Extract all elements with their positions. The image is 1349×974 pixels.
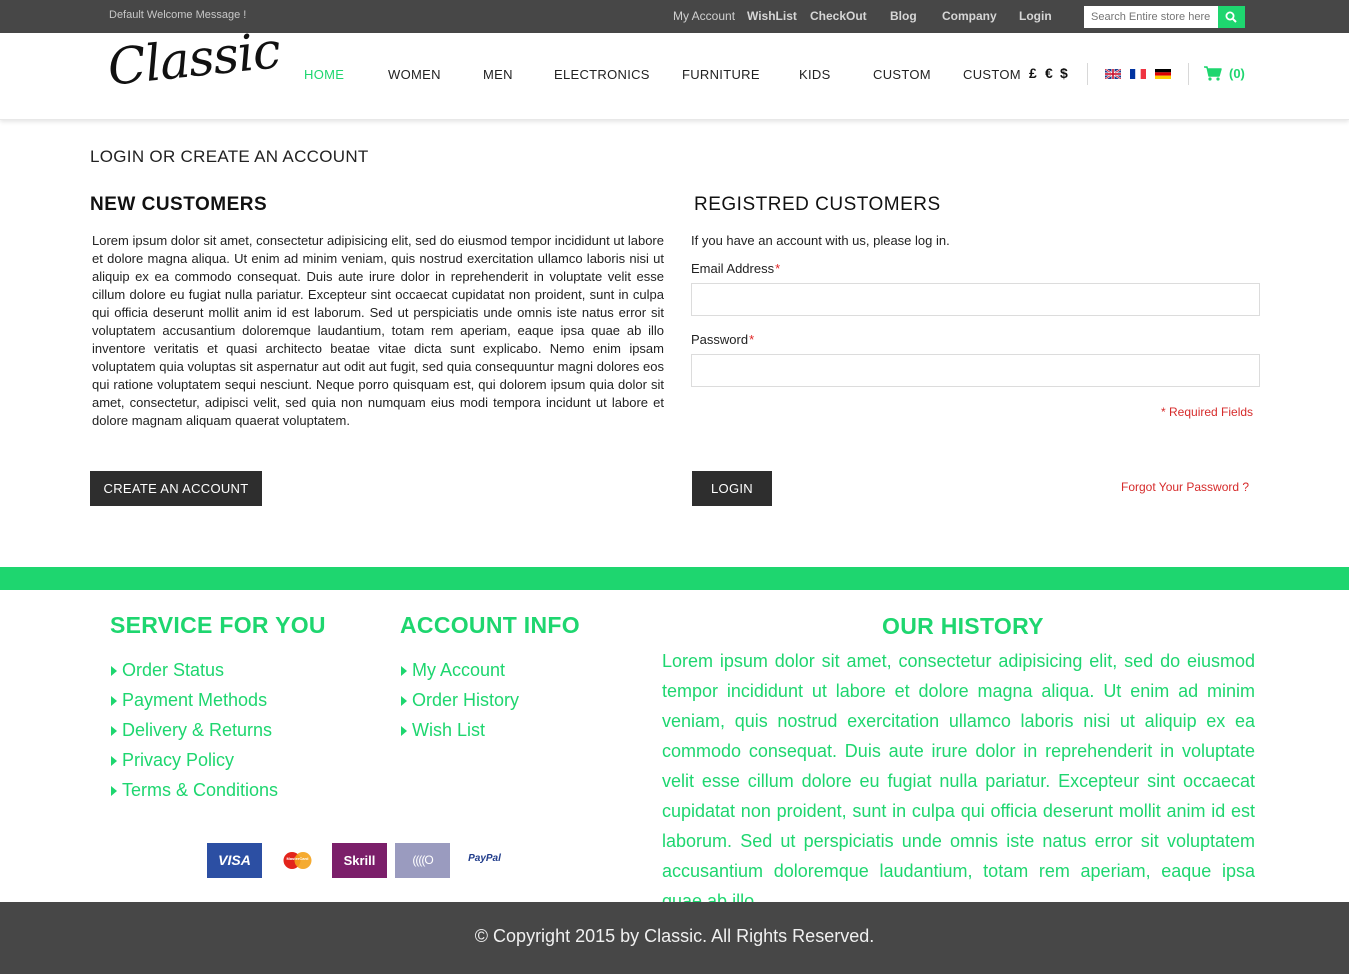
service-title: SERVICE FOR YOU — [110, 612, 326, 638]
cart-count: (0) — [1229, 66, 1245, 81]
main-header: Classic HOME WOMEN MEN ELECTRONICS FURNI… — [0, 21, 1349, 120]
link-label: My Account — [412, 660, 506, 680]
required-fields-note: * Required Fields — [1161, 405, 1254, 419]
caret-right-icon — [111, 696, 117, 706]
top-link-wishlist[interactable]: WishList — [747, 9, 797, 23]
nav-women[interactable]: WOMEN — [388, 67, 441, 82]
account-links: My Account Order History Wish List — [400, 655, 519, 745]
link-label: Terms & Conditions — [122, 780, 279, 800]
search-icon — [1225, 11, 1237, 23]
page-title: LOGIN OR CREATE AN ACCOUNT — [90, 147, 369, 166]
france-flag-icon[interactable] — [1130, 69, 1146, 79]
new-customers-text: Lorem ipsum dolor sit amet, consectetur … — [92, 233, 664, 428]
forgot-password-link[interactable]: Forgot Your Password ? — [1121, 480, 1249, 494]
currency-dollar[interactable]: $ — [1060, 65, 1068, 81]
search-box — [1084, 6, 1245, 28]
footer-link-delivery-returns[interactable]: Delivery & Returns — [110, 715, 278, 745]
footer-link-wish-list[interactable]: Wish List — [400, 715, 519, 745]
caret-right-icon — [111, 756, 117, 766]
link-label: Wish List — [412, 720, 486, 740]
login-intro-text: If you have an account with us, please l… — [691, 233, 950, 248]
uk-flag-icon[interactable] — [1105, 69, 1121, 79]
new-customers-title: NEW CUSTOMERS — [90, 194, 268, 215]
password-label-text: Password — [691, 332, 749, 347]
search-button[interactable] — [1218, 6, 1245, 28]
nav-custom-1[interactable]: CUSTOM — [873, 67, 931, 82]
nav-electronics[interactable]: ELECTRONICS — [554, 67, 650, 82]
footer-accent-band — [0, 567, 1349, 590]
history-text: Lorem ipsum dolor sit amet, consectetur … — [662, 651, 1255, 911]
top-link-login[interactable]: Login — [1019, 9, 1052, 23]
top-link-my-account[interactable]: My Account — [673, 9, 735, 23]
logo[interactable]: Classic — [105, 21, 282, 97]
registered-customers-title: REGISTRED CUSTOMERS — [694, 194, 941, 215]
paypal-label: PayPal — [468, 853, 501, 864]
currency-pound[interactable]: £ — [1029, 65, 1037, 81]
visa-icon: VISA — [207, 843, 262, 878]
email-field[interactable] — [691, 283, 1260, 316]
footer-link-terms[interactable]: Terms & Conditions — [110, 775, 278, 805]
skrill-label: Skrill — [343, 853, 376, 868]
top-link-checkout[interactable]: CheckOut — [810, 9, 867, 23]
link-label: Order Status — [122, 660, 225, 680]
history-title: OUR HISTORY — [882, 613, 1044, 639]
email-label: Email Address* — [691, 261, 780, 276]
footer-link-order-status[interactable]: Order Status — [110, 655, 278, 685]
password-field[interactable] — [691, 354, 1260, 387]
nav-custom-2[interactable]: CUSTOM — [963, 67, 1021, 82]
germany-flag-icon[interactable] — [1155, 69, 1171, 79]
link-label: Delivery & Returns — [122, 720, 273, 740]
link-label: Privacy Policy — [122, 750, 235, 770]
footer-link-my-account[interactable]: My Account — [400, 655, 519, 685]
footer-link-order-history[interactable]: Order History — [400, 685, 519, 715]
divider — [1188, 63, 1189, 85]
caret-right-icon — [111, 666, 117, 676]
skrill-icon: Skrill — [332, 843, 387, 878]
account-info-title: ACCOUNT INFO — [400, 612, 580, 638]
password-label: Password* — [691, 332, 754, 347]
top-link-company[interactable]: Company — [942, 9, 997, 23]
copyright: © Copyright 2015 by Classic. All Rights … — [474, 926, 875, 946]
footer-link-privacy-policy[interactable]: Privacy Policy — [110, 745, 278, 775]
caret-right-icon — [111, 786, 117, 796]
email-label-text: Email Address — [691, 261, 775, 276]
create-account-button[interactable]: CREATE AN ACCOUNT — [90, 471, 262, 506]
required-marker: * — [775, 261, 781, 276]
welcome-message: Default Welcome Message ! — [109, 9, 247, 21]
link-label: Order History — [412, 690, 520, 710]
visa-label: VISA — [218, 852, 251, 868]
caret-right-icon — [401, 696, 407, 706]
top-link-blog[interactable]: Blog — [890, 9, 917, 23]
footer-link-payment-methods[interactable]: Payment Methods — [110, 685, 278, 715]
nav-kids[interactable]: KIDS — [799, 67, 831, 82]
nav-furniture[interactable]: FURNITURE — [682, 67, 760, 82]
divider — [1087, 63, 1088, 85]
mastercard-label: MasterCard — [286, 856, 309, 861]
required-marker: * — [749, 332, 755, 347]
currency-euro[interactable]: € — [1045, 65, 1053, 81]
caret-right-icon — [401, 726, 407, 736]
contactless-label: ((((O — [412, 853, 433, 867]
bottom-bar: © Copyright 2015 by Classic. All Rights … — [0, 902, 1349, 974]
shopping-cart-icon — [1204, 66, 1222, 81]
paypal-icon: PayPal — [457, 843, 512, 878]
login-button[interactable]: LOGIN — [692, 471, 772, 506]
caret-right-icon — [401, 666, 407, 676]
nav-men[interactable]: MEN — [483, 67, 513, 82]
link-label: Payment Methods — [122, 690, 268, 710]
mastercard-icon: MasterCard — [270, 843, 325, 878]
contactless-icon: ((((O — [395, 843, 450, 878]
caret-right-icon — [111, 726, 117, 736]
service-links: Order Status Payment Methods Delivery & … — [110, 655, 278, 805]
nav-home[interactable]: HOME — [304, 67, 344, 82]
search-input[interactable] — [1084, 6, 1220, 28]
